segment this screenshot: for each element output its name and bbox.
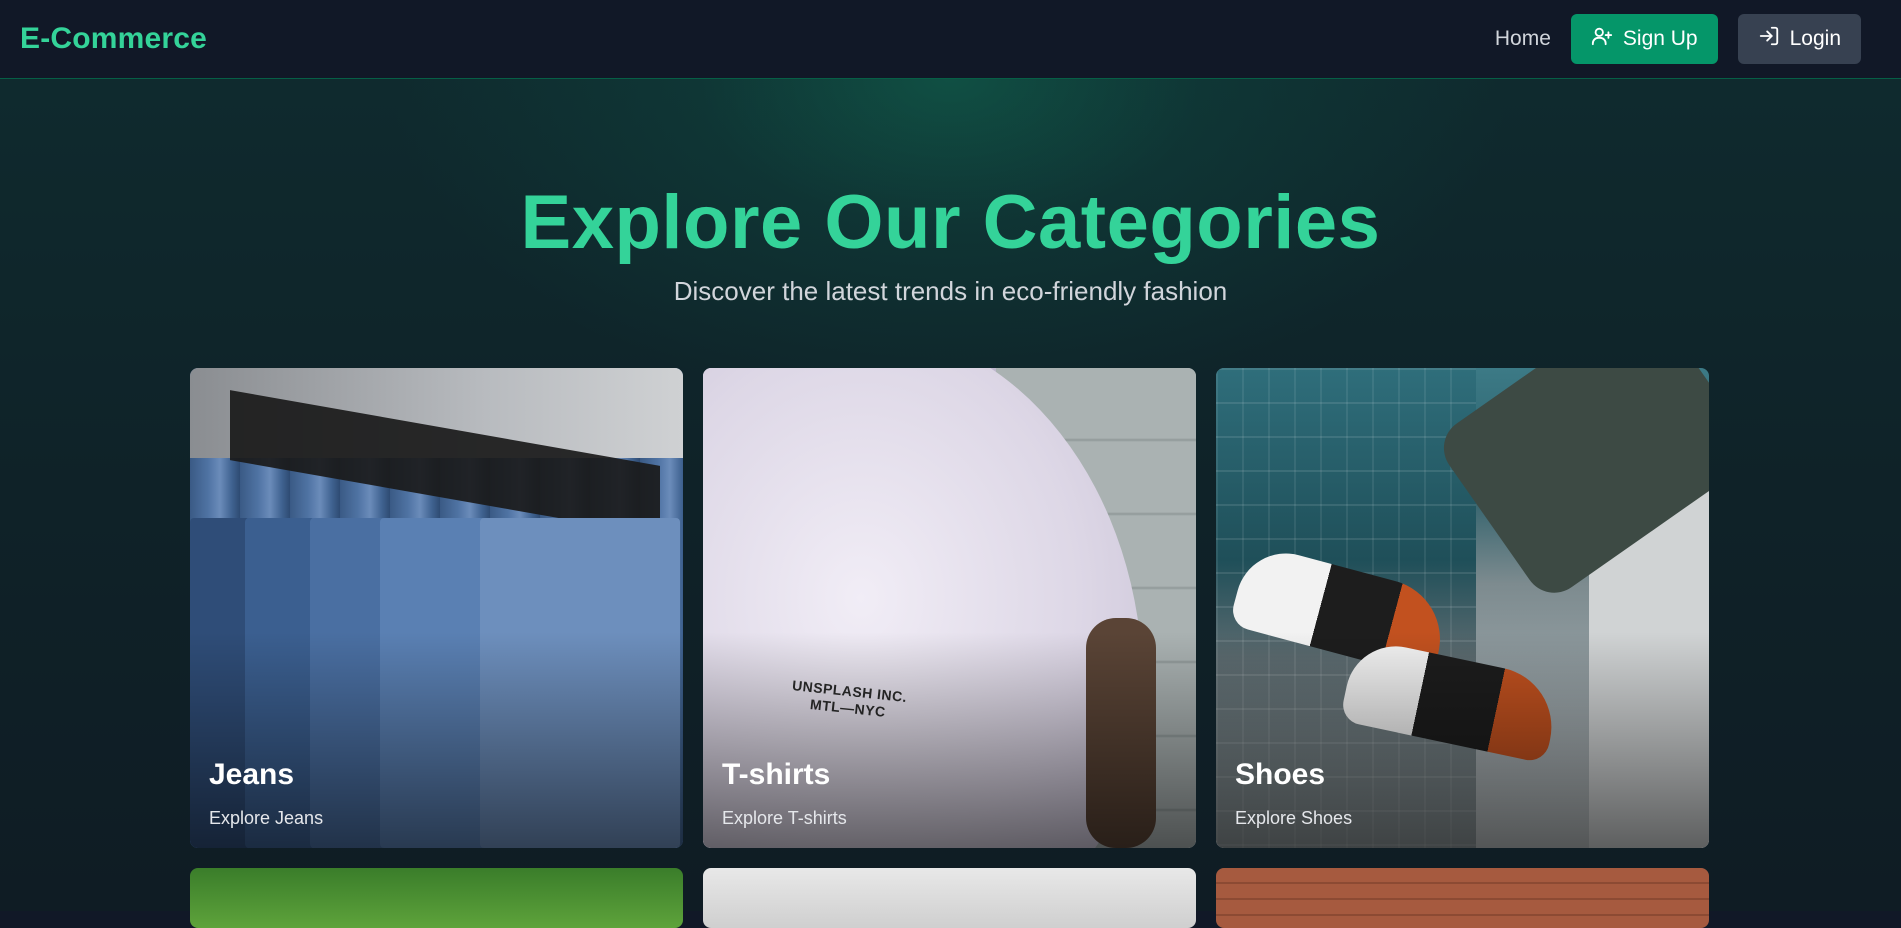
category-title: T-shirts <box>722 758 831 791</box>
category-card-partial[interactable] <box>1216 868 1709 928</box>
login-button[interactable]: Login <box>1737 14 1861 64</box>
login-label: Login <box>1789 27 1841 50</box>
brand-logo[interactable]: E-Commerce <box>20 22 207 56</box>
category-title: Jeans <box>209 758 295 791</box>
category-title: Shoes <box>1235 758 1326 791</box>
login-icon <box>1758 25 1780 53</box>
category-grid: Jeans Explore Jeans UNSPLASH INC.MTL—NYC… <box>190 368 1709 928</box>
category-card-jeans[interactable]: Jeans Explore Jeans <box>190 368 683 848</box>
category-subtitle: Explore Shoes <box>1235 808 1353 828</box>
nav-home-link[interactable]: Home <box>1495 27 1551 51</box>
navbar: E-Commerce Home Sign Up Login <box>0 0 1901 79</box>
user-plus-icon <box>1591 25 1613 53</box>
category-card-partial[interactable] <box>190 868 683 928</box>
nav-actions: Home Sign Up Login <box>1495 14 1861 64</box>
signup-button[interactable]: Sign Up <box>1570 14 1718 64</box>
page-title: Explore Our Categories <box>520 180 1381 265</box>
category-card-tshirts[interactable]: UNSPLASH INC.MTL—NYC T-shirts Explore T-… <box>703 368 1196 848</box>
category-card-shoes[interactable]: Shoes Explore Shoes <box>1216 368 1709 848</box>
category-subtitle: Explore T-shirts <box>722 808 847 828</box>
category-card-partial[interactable] <box>703 868 1196 928</box>
page-subtitle: Discover the latest trends in eco-friend… <box>673 276 1228 306</box>
category-subtitle: Explore Jeans <box>209 808 324 828</box>
hero-section: Explore Our Categories Discover the late… <box>0 79 1901 928</box>
signup-label: Sign Up <box>1622 27 1698 50</box>
